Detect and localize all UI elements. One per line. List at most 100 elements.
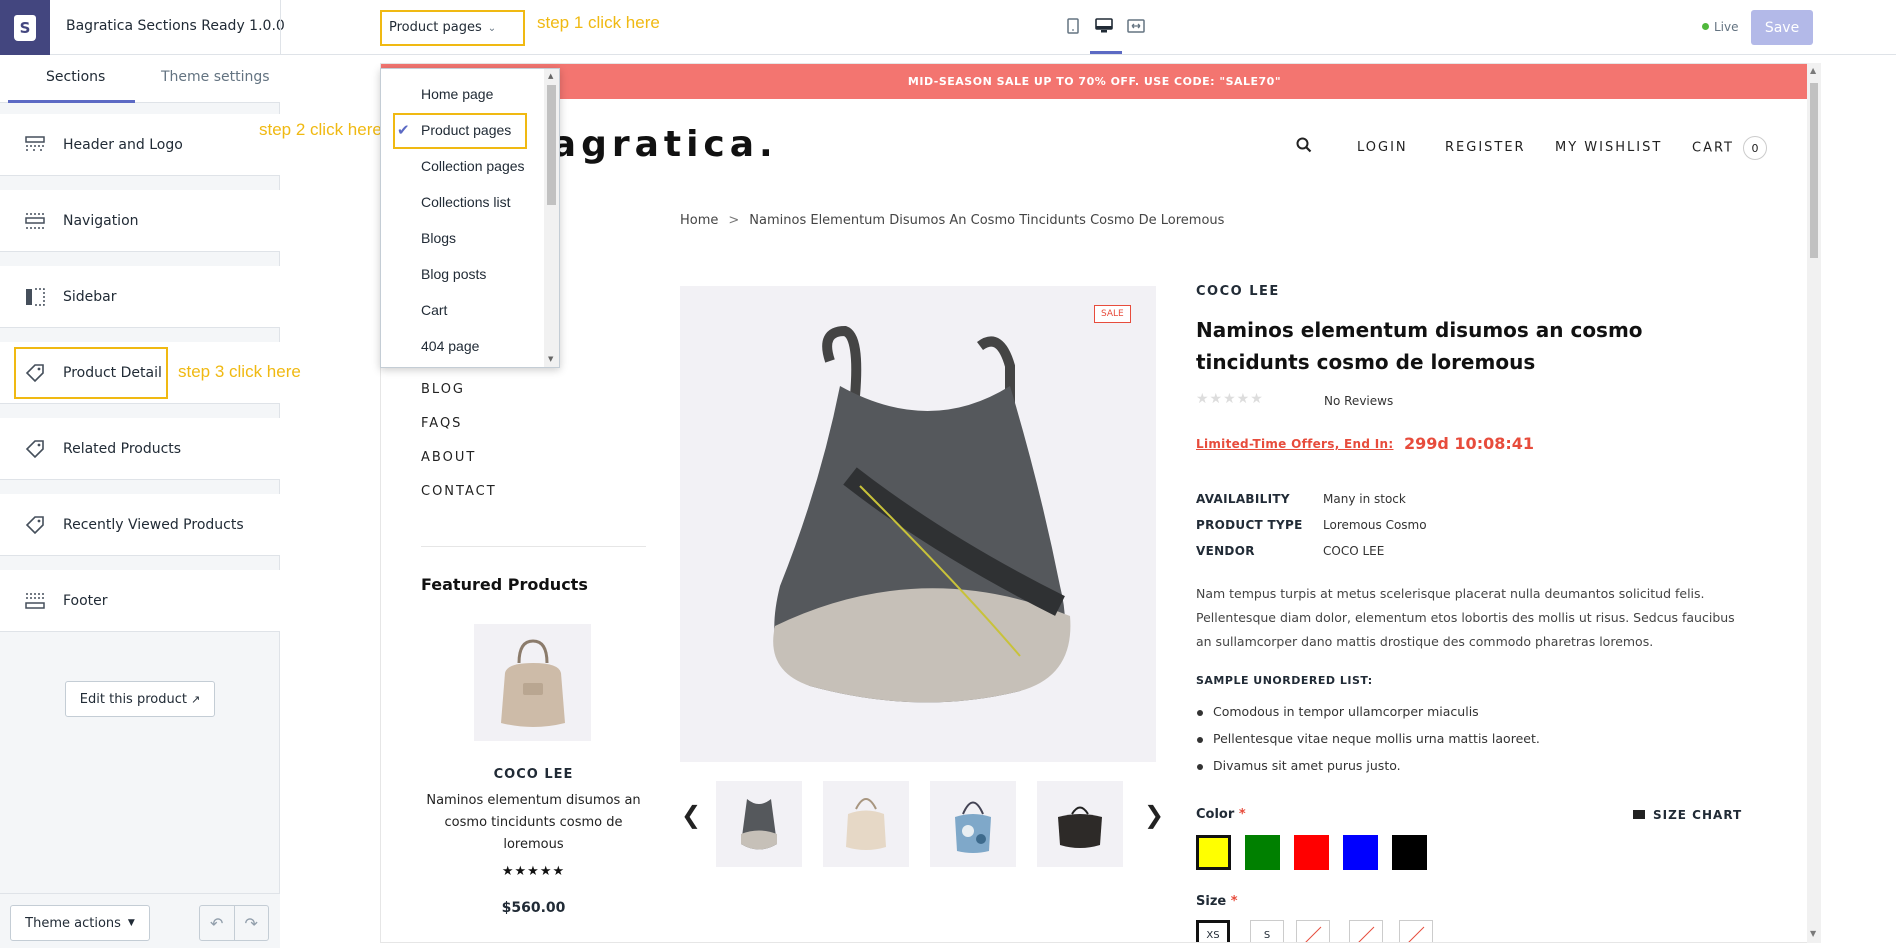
required-mark: *	[1238, 807, 1246, 822]
product-thumbnail[interactable]	[823, 781, 909, 867]
required-mark: *	[1230, 894, 1238, 909]
section-recently-viewed-products[interactable]: Recently Viewed Products	[0, 494, 280, 556]
redo-icon[interactable]: ↷	[235, 906, 269, 940]
edit-product-button[interactable]: Edit this product ↗	[65, 681, 215, 717]
featured-vendor: COCO LEE	[493, 767, 574, 782]
size-option-unavailable[interactable]	[1296, 920, 1330, 942]
dropdown-item-blogs[interactable]: Blogs	[421, 230, 456, 246]
list-item: Comodous in tempor ullamcorper miaculis	[1196, 704, 1540, 731]
section-label: Sidebar	[63, 288, 117, 305]
active-view-indicator	[1090, 51, 1122, 54]
scroll-up-icon[interactable]: ▲	[548, 72, 553, 80]
promo-bar[interactable]: MID-SEASON SALE UP TO 70% OFF. USE CODE:…	[381, 64, 1808, 99]
featured-price: $560.00	[501, 900, 566, 916]
color-label: Color *	[1196, 807, 1246, 822]
page-selector[interactable]: Product pages ⌄	[380, 10, 525, 46]
dropdown-item-404-page[interactable]: 404 page	[421, 338, 479, 354]
color-swatch[interactable]	[1245, 835, 1280, 870]
scroll-down-icon[interactable]: ▼	[548, 355, 553, 363]
divider	[421, 546, 646, 547]
section-header-and-logo[interactable]: Header and Logo	[0, 114, 280, 176]
product-thumbnail[interactable]	[1037, 781, 1123, 867]
product-thumbnail[interactable]	[716, 781, 802, 867]
sidebar-link-contact[interactable]: CONTACT	[421, 484, 497, 499]
product-title: Naminos elementum disumos an cosmo tinci…	[1196, 318, 1643, 374]
search-icon[interactable]	[1296, 137, 1312, 157]
section-footer[interactable]: Footer	[0, 570, 280, 632]
divider	[280, 0, 281, 55]
featured-product-name[interactable]: Naminos elementum disumos an cosmo tinci…	[421, 790, 646, 856]
theme-actions-button[interactable]: Theme actions ▼	[10, 905, 150, 941]
size-option[interactable]: S	[1250, 920, 1284, 942]
ruler-icon	[1633, 810, 1645, 819]
spec-row: AVAILABILITY Many in stock	[1196, 492, 1427, 518]
countdown-timer: 299d 10:08:41	[1404, 434, 1535, 453]
sidebar-footer: Theme actions ▼ ↶ ↷	[0, 893, 280, 948]
store-preview: MID-SEASON SALE UP TO 70% OFF. USE CODE:…	[380, 63, 1821, 943]
step3-highlight	[14, 347, 168, 399]
dropdown-item-home-page[interactable]: Home page	[421, 86, 493, 102]
list-title: SAMPLE UNORDERED LIST:	[1196, 674, 1373, 687]
scroll-thumb[interactable]	[547, 85, 556, 205]
sidebar-link-blog[interactable]: BLOG	[421, 382, 465, 397]
external-link-icon: ↗	[190, 692, 201, 706]
edit-product-label: Edit this product	[79, 691, 187, 707]
color-swatch[interactable]	[1196, 835, 1231, 870]
section-navigation[interactable]: Navigation	[0, 190, 280, 252]
color-swatch[interactable]	[1343, 835, 1378, 870]
fullscreen-icon[interactable]	[1127, 17, 1145, 35]
spec-key: AVAILABILITY	[1196, 492, 1290, 506]
cart-label: CART	[1692, 140, 1734, 156]
color-swatch[interactable]	[1294, 835, 1329, 870]
nav-register[interactable]: REGISTER	[1445, 140, 1526, 155]
size-option-unavailable[interactable]	[1349, 920, 1383, 942]
tab-theme-settings[interactable]: Theme settings	[161, 69, 270, 85]
main-product-image[interactable]: SALE	[680, 286, 1156, 762]
spec-value: Loremous Cosmo	[1323, 518, 1427, 532]
footer-icon	[24, 590, 46, 612]
tag-icon	[24, 514, 46, 536]
chevron-right-icon[interactable]: ❯	[1144, 801, 1164, 829]
scroll-down-icon[interactable]: ▼	[1810, 929, 1816, 938]
desktop-view-icon[interactable]	[1095, 17, 1113, 35]
list-item: Pellentesque vitae neque mollis urna mat…	[1196, 731, 1540, 758]
section-label: Related Products	[63, 440, 182, 457]
chevron-left-icon[interactable]: ❮	[681, 801, 701, 829]
scroll-thumb[interactable]	[1810, 83, 1818, 258]
shopify-logo-icon[interactable]: S	[0, 0, 50, 55]
nav-cart[interactable]: CART 0	[1692, 136, 1767, 160]
tab-sections[interactable]: Sections	[46, 69, 105, 85]
save-button[interactable]: Save	[1751, 10, 1813, 45]
sidebar-link-faqs[interactable]: FAQS	[421, 416, 462, 431]
product-vendor[interactable]: COCO LEE	[1196, 284, 1280, 299]
section-sidebar[interactable]: Sidebar	[0, 266, 280, 328]
dropdown-scrollbar[interactable]: ▲ ▼	[544, 69, 559, 367]
size-chart-link[interactable]: SIZE CHART	[1633, 808, 1742, 822]
size-option-unavailable[interactable]	[1399, 920, 1433, 942]
section-related-products[interactable]: Related Products	[0, 418, 280, 480]
sidebar-link-about[interactable]: ABOUT	[421, 450, 476, 465]
dropdown-item-collection-pages[interactable]: Collection pages	[421, 158, 525, 174]
tag-icon	[24, 438, 46, 460]
size-option[interactable]: XS	[1196, 920, 1230, 942]
breadcrumb-home[interactable]: Home	[680, 213, 718, 228]
product-thumbnail[interactable]	[930, 781, 1016, 867]
nav-wishlist[interactable]: MY WISHLIST	[1555, 140, 1662, 155]
dropdown-item-blog-posts[interactable]: Blog posts	[421, 266, 486, 282]
mobile-view-icon[interactable]	[1064, 17, 1082, 35]
dropdown-item-cart[interactable]: Cart	[421, 302, 447, 318]
spec-key: PRODUCT TYPE	[1196, 518, 1303, 532]
featured-product-image[interactable]	[474, 624, 591, 741]
undo-icon[interactable]: ↶	[200, 906, 235, 940]
page-selector-label: Product pages	[389, 20, 482, 35]
reviews-count[interactable]: No Reviews	[1324, 394, 1393, 408]
live-status: Live	[1702, 20, 1739, 34]
featured-products-title: Featured Products	[421, 575, 588, 594]
preview-scrollbar[interactable]: ▲ ▼	[1807, 63, 1821, 943]
dropdown-item-collections-list[interactable]: Collections list	[421, 194, 510, 210]
chevron-right-icon: >	[728, 213, 740, 228]
nav-login[interactable]: LOGIN	[1357, 140, 1408, 155]
scroll-up-icon[interactable]: ▲	[1810, 66, 1816, 75]
list-item: Divamus sit amet purus justo.	[1196, 758, 1540, 785]
color-swatch[interactable]	[1392, 835, 1427, 870]
